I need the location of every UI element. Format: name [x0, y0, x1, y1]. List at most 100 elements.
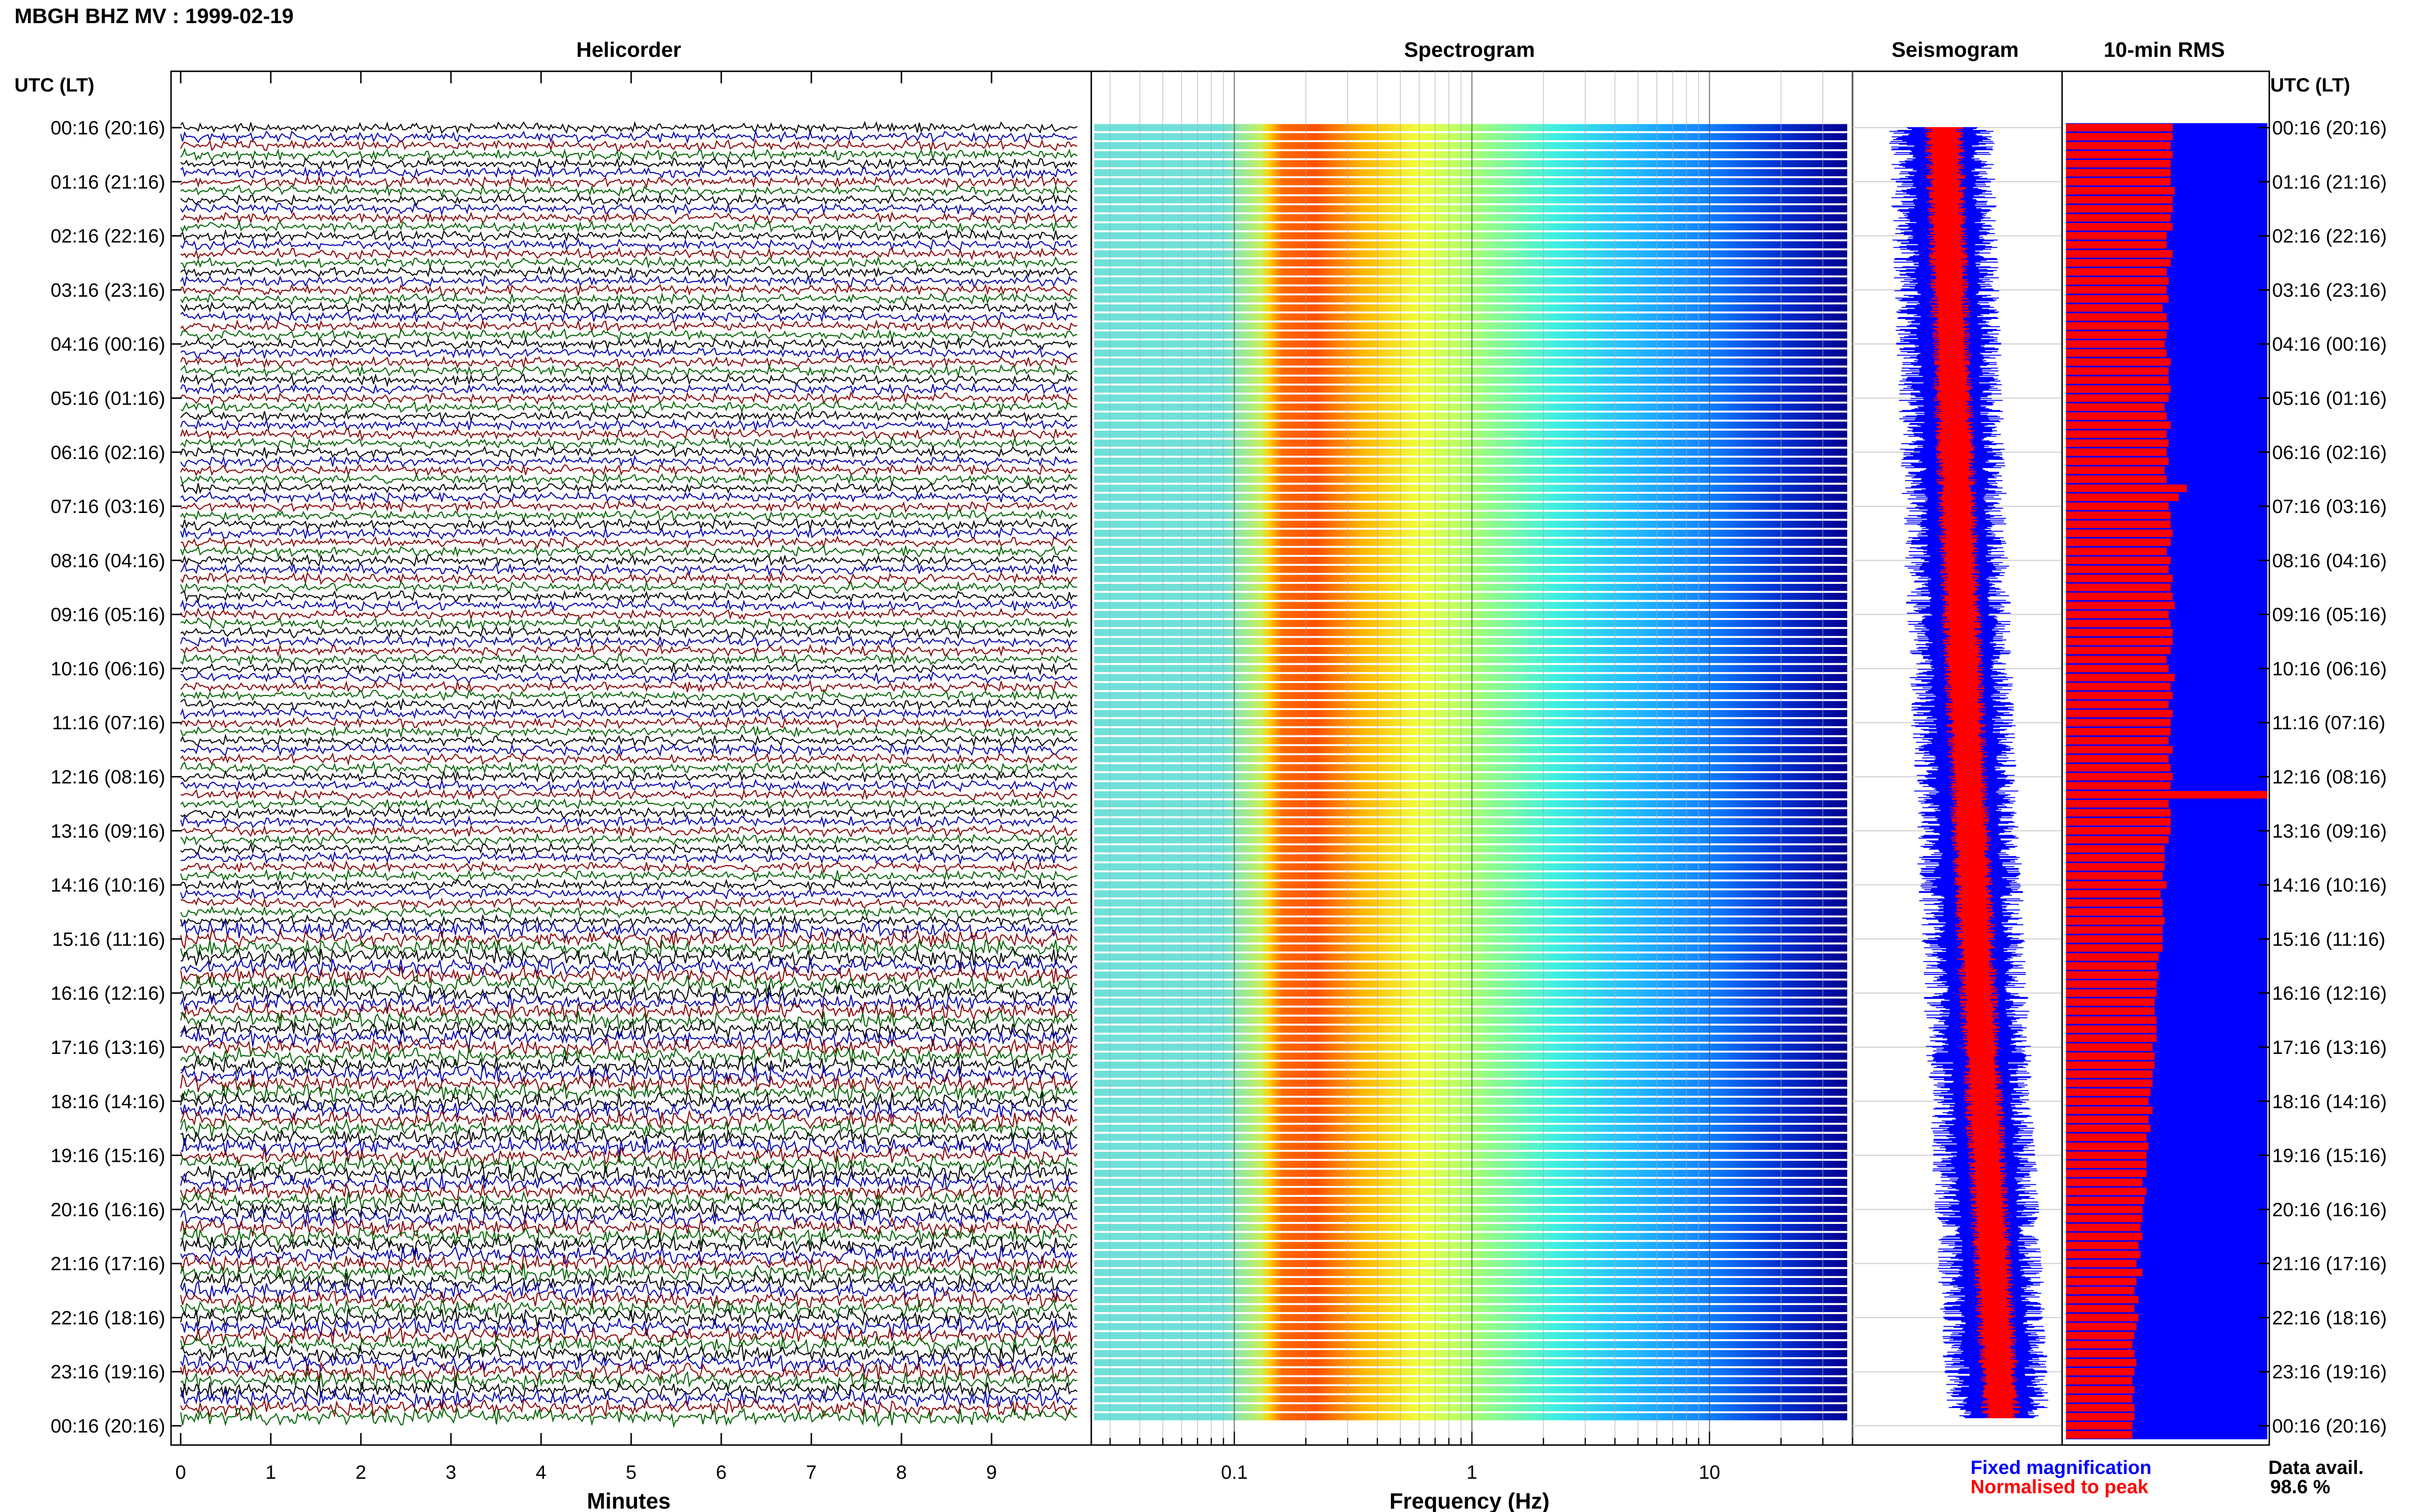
rms-normalised-bar — [2066, 773, 2173, 781]
rms-normalised-bar — [2066, 800, 2169, 808]
seismogram-title: Seismogram — [1892, 38, 2019, 62]
spectrogram-row — [1094, 431, 1847, 438]
spectrogram-row — [1094, 565, 1847, 573]
rms-normalised-bar — [2066, 1367, 2135, 1376]
spectrogram-row — [1094, 629, 1847, 636]
spectrogram-row — [1094, 1314, 1847, 1321]
time-label-right: 08:16 (04:16) — [2272, 550, 2387, 571]
rms-normalised-bar — [2066, 1395, 2132, 1403]
rms-normalised-bar — [2066, 1052, 2155, 1060]
spectrogram-row — [1094, 1350, 1847, 1357]
spectrogram-row — [1094, 592, 1847, 600]
rms-normalised-bar — [2066, 1178, 2143, 1186]
helicorder-tick-label: 5 — [626, 1462, 636, 1483]
spectrogram-row — [1094, 1305, 1847, 1312]
spectrogram-row — [1094, 448, 1847, 456]
rms-normalised-bar — [2066, 899, 2163, 907]
time-label-left: 00:16 (20:16) — [51, 118, 165, 139]
rms-normalised-bar — [2066, 728, 2171, 736]
spectrogram-row — [1094, 647, 1847, 654]
spectrogram-row — [1094, 223, 1847, 231]
spectrogram-row — [1094, 151, 1847, 158]
spectrogram-row — [1094, 340, 1847, 348]
spectrogram-row — [1094, 205, 1847, 212]
rms-normalised-bar — [2066, 1359, 2137, 1367]
spectrogram-row — [1094, 575, 1847, 582]
spectrogram-row — [1094, 368, 1847, 375]
rms-normalised-bar — [2066, 646, 2171, 655]
rms-normalised-bar — [2066, 763, 2171, 772]
rms-normalised-bar — [2066, 935, 2163, 943]
rms-normalised-bar — [2066, 1088, 2151, 1096]
spectrogram-row — [1094, 169, 1847, 176]
rms-normalised-bar — [2066, 1124, 2151, 1132]
spectrogram-row — [1094, 710, 1847, 717]
rms-normalised-bar — [2066, 836, 2169, 844]
rms-normalised-bar — [2066, 331, 2167, 339]
time-labels-right: 00:16 (20:16) 01:16 (21:16) 02:16 (22:16) 0… — [2259, 118, 2387, 1437]
rms-normalised-bar — [2066, 1034, 2157, 1042]
spectrogram-tick-label: 1 — [1467, 1462, 1477, 1483]
spectrogram-row — [1094, 620, 1847, 627]
rms-normalised-bar — [2066, 1377, 2132, 1385]
time-label-left: 00:16 (20:16) — [51, 1416, 165, 1437]
spectrogram-row — [1094, 1089, 1847, 1096]
rms-normalised-bar — [2066, 178, 2171, 186]
helicorder-tick-label: 8 — [896, 1462, 907, 1483]
spectrogram-row — [1094, 331, 1847, 339]
figure-title: MBGH BHZ MV : 1999-02-19 — [14, 4, 293, 28]
spectrogram-row — [1094, 1341, 1847, 1348]
rms-normalised-bar — [2066, 592, 2173, 600]
spectrogram-row — [1094, 1206, 1847, 1213]
time-label-right: 10:16 (06:16) — [2272, 658, 2387, 680]
rms-normalised-bar — [2066, 1233, 2143, 1240]
rms-normalised-bar — [2066, 142, 2171, 150]
time-label-left: 14:16 (10:16) — [51, 875, 165, 896]
rms-normalised-bar — [2066, 1007, 2155, 1015]
spectrogram-row — [1094, 773, 1847, 780]
spectrogram-row — [1094, 1395, 1847, 1403]
time-label-left: 18:16 (14:16) — [51, 1091, 165, 1112]
spectrogram-row — [1094, 1386, 1847, 1394]
time-label-left: 16:16 (12:16) — [51, 983, 165, 1004]
rms-normalised-bar — [2066, 205, 2173, 213]
spectrogram-row — [1094, 602, 1847, 609]
rms-normalised-bar — [2066, 683, 2171, 691]
time-label-right: 23:16 (19:16) — [2272, 1362, 2387, 1383]
rms-normalised-bar — [2066, 1206, 2143, 1213]
helicorder-tick-label: 3 — [446, 1462, 456, 1483]
spectrogram-row — [1094, 313, 1847, 321]
time-label-left: 23:16 (19:16) — [51, 1362, 165, 1383]
rms-normalised-bar — [2066, 1133, 2147, 1141]
rms-normalised-bar — [2066, 1332, 2135, 1340]
rms-normalised-bar — [2066, 358, 2171, 366]
rms-normalised-bar — [2066, 1314, 2139, 1322]
spectrogram-row — [1094, 1215, 1847, 1222]
time-label-left: 20:16 (16:16) — [51, 1199, 165, 1221]
rms-normalised-bar — [2066, 700, 2169, 709]
spectrogram-row — [1094, 376, 1847, 384]
rms-normalised-bar — [2066, 1016, 2157, 1024]
rms-normalised-bar — [2066, 151, 2173, 158]
row-axis-label-right: UTC (LT) — [2270, 75, 2350, 96]
rms-normalised-bar — [2066, 1422, 2132, 1430]
helicorder-title: Helicorder — [576, 38, 681, 62]
helicorder-tick-label: 1 — [265, 1462, 276, 1483]
rms-normalised-bar — [2066, 430, 2167, 438]
spectrogram-row — [1094, 944, 1847, 952]
spectrogram-row — [1094, 557, 1847, 564]
rms-normalised-bar — [2066, 349, 2167, 357]
rms-normalised-bar — [2066, 872, 2163, 880]
rms-normalised-bar — [2066, 223, 2173, 231]
rms-normalised-bar — [2066, 241, 2167, 249]
rms-normalised-bar — [2066, 656, 2167, 663]
time-label-left: 19:16 (15:16) — [51, 1145, 165, 1167]
time-label-right: 06:16 (02:16) — [2272, 442, 2387, 463]
rms-normalised-bar — [2066, 1296, 2139, 1303]
rms-normalised-bar — [2066, 1079, 2153, 1087]
spectrogram-row — [1094, 1323, 1847, 1330]
spectrogram-row — [1094, 611, 1847, 618]
rms-normalised-bar — [2066, 376, 2169, 384]
rms-normalised-bar — [2066, 980, 2157, 988]
time-label-right: 07:16 (03:16) — [2272, 496, 2387, 517]
